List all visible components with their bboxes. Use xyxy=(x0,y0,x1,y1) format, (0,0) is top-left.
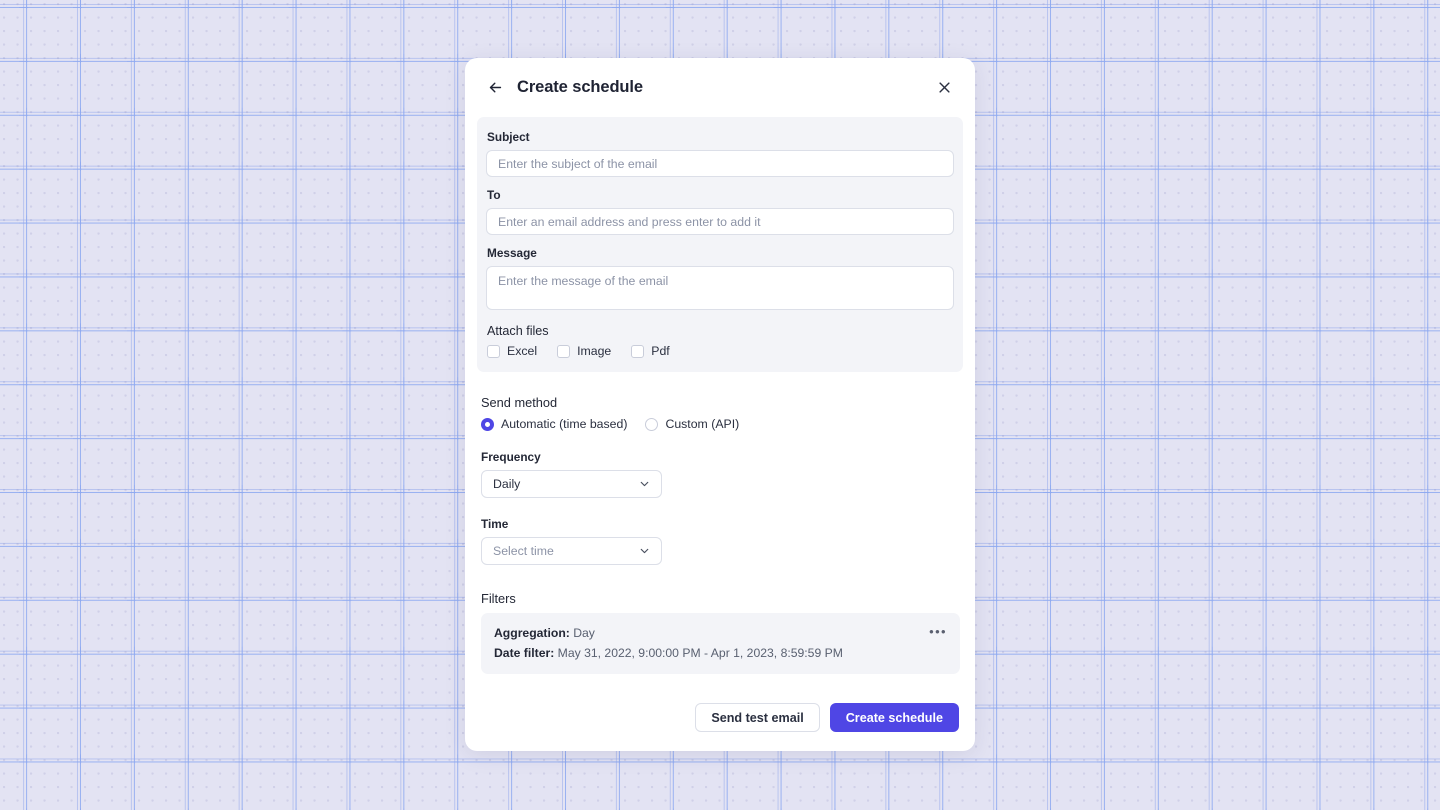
attach-files-options: Excel Image Pdf xyxy=(486,344,954,358)
checkbox-image[interactable]: Image xyxy=(557,344,611,358)
more-horizontal-icon[interactable]: ••• xyxy=(929,625,947,638)
frequency-select[interactable]: Daily xyxy=(481,470,662,498)
checkbox-image-label: Image xyxy=(577,344,612,358)
message-label: Message xyxy=(487,246,537,260)
modal-footer: Send test email Create schedule xyxy=(465,703,975,732)
send-method-options: Automatic (time based) Custom (API) xyxy=(477,417,963,431)
time-label: Time xyxy=(481,517,509,531)
radio-automatic-label: Automatic (time based) xyxy=(501,417,628,431)
schedule-settings: Send method Automatic (time based) Custo… xyxy=(465,395,975,674)
date-filter-value: May 31, 2022, 9:00:00 PM - Apr 1, 2023, … xyxy=(557,646,843,660)
email-content-panel: Subject To Message Attach files Excel Im… xyxy=(477,117,963,372)
checkbox-excel[interactable]: Excel xyxy=(487,344,537,358)
date-filter-line: Date filter: May 31, 2022, 9:00:00 PM - … xyxy=(494,643,929,663)
to-field-group: To xyxy=(486,188,954,235)
to-label: To xyxy=(487,188,501,202)
aggregation-label: Aggregation: xyxy=(494,626,570,640)
message-field-group: Message xyxy=(486,246,954,310)
page-title: Create schedule xyxy=(517,78,643,96)
radio-automatic[interactable]: Automatic (time based) xyxy=(481,417,627,431)
send-test-email-button[interactable]: Send test email xyxy=(695,703,820,732)
radio-unselected-icon xyxy=(645,417,659,431)
filters-label: Filters xyxy=(481,591,516,606)
filters-summary: Aggregation: Day Date filter: May 31, 20… xyxy=(494,623,929,663)
checkbox-excel-label: Excel xyxy=(507,344,538,358)
date-filter-label: Date filter: xyxy=(494,646,555,660)
frequency-select-box[interactable]: Daily xyxy=(481,470,662,498)
checkbox-box-icon xyxy=(487,344,500,358)
create-schedule-button[interactable]: Create schedule xyxy=(829,703,959,732)
filters-card: Aggregation: Day Date filter: May 31, 20… xyxy=(481,613,960,674)
radio-custom-api-label: Custom (API) xyxy=(665,417,740,431)
checkbox-box-icon xyxy=(631,344,645,358)
aggregation-line: Aggregation: Day xyxy=(494,623,929,643)
modal-header: Create schedule xyxy=(465,58,975,117)
frequency-label: Frequency xyxy=(481,450,541,464)
checkbox-box-icon xyxy=(557,344,571,358)
subject-label: Subject xyxy=(487,130,530,144)
checkbox-pdf-label: Pdf xyxy=(651,344,670,358)
send-method-label: Send method xyxy=(481,395,558,410)
radio-selected-icon xyxy=(481,417,494,431)
to-input[interactable] xyxy=(486,208,954,235)
radio-custom-api[interactable]: Custom (API) xyxy=(645,417,739,431)
subject-input[interactable] xyxy=(486,150,954,177)
time-select-box[interactable]: Select time xyxy=(481,537,662,565)
frequency-value: Daily xyxy=(493,477,521,491)
close-icon[interactable] xyxy=(934,78,954,98)
attach-files-label: Attach files xyxy=(487,324,549,338)
time-value: Select time xyxy=(493,544,554,558)
create-schedule-modal: Create schedule Subject To Message Attac… xyxy=(465,58,975,751)
checkbox-pdf[interactable]: Pdf xyxy=(631,344,670,358)
time-select[interactable]: Select time xyxy=(481,537,662,565)
arrow-left-icon[interactable] xyxy=(486,79,504,97)
message-textarea[interactable] xyxy=(486,266,954,310)
subject-field-group: Subject xyxy=(486,130,954,177)
aggregation-value: Day xyxy=(573,626,595,640)
